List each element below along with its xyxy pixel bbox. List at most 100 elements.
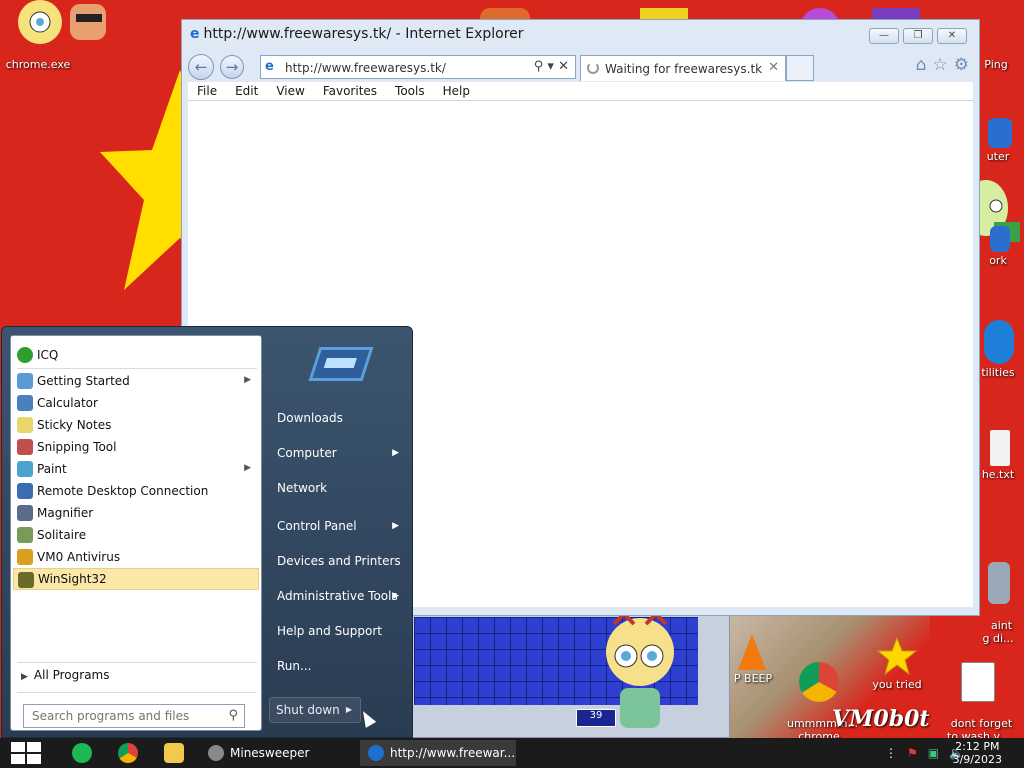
start-menu: ICQ Getting Started ▶ Calculator Sticky N… [1,326,413,738]
start-link-devices-printers[interactable]: Devices and Printers [269,546,409,576]
close-button[interactable]: ✕ [937,28,967,44]
desktop-icon-label: ork [989,254,1007,267]
address-bar[interactable]: e http://www.freewaresys.tk/ ⚲ ▾ ✕ [260,55,576,79]
close-tab-icon[interactable]: ✕ [768,60,779,75]
start-link-network[interactable]: Network [269,473,409,503]
start-link-run[interactable]: Run... [269,651,409,681]
all-programs-link[interactable]: ▶ All Programs [21,668,110,682]
chrome-taskbar-icon[interactable] [118,743,138,763]
desktop-icon-beep[interactable]: P BEEP [728,634,778,685]
program-label: Getting Started [37,374,130,388]
submenu-arrow-icon: ▶ [244,463,251,473]
search-icon[interactable]: ⚲ [534,59,544,74]
stop-icon[interactable]: ✕ [558,59,569,74]
user-picture-icon [308,347,374,381]
start-link-downloads[interactable]: Downloads [269,403,409,433]
magnifier-icon [17,505,33,521]
task-internet-explorer[interactable]: http://www.freewar... [360,740,516,766]
overflow-icon[interactable]: ⋮ [885,746,897,760]
favorites-star-icon[interactable]: ☆ [933,55,948,75]
all-programs-label: All Programs [33,668,110,682]
forward-button[interactable]: → [220,55,244,79]
shutdown-button[interactable]: Shut down ▶ [269,697,361,723]
start-link-control-panel[interactable]: Control Panel ▶ [269,511,409,541]
menu-favorites[interactable]: Favorites [314,82,386,102]
address-text[interactable]: http://www.freewaresys.tk/ [285,61,446,75]
program-label: Magnifier [37,506,94,520]
link-label: Control Panel [277,519,357,533]
program-icq[interactable]: ICQ [13,344,259,366]
submenu-arrow-icon: ▶ [392,521,399,531]
desktop-icon-dont-forget[interactable]: dont forget to wash y... [936,636,1020,743]
remote-desktop-icon [17,483,33,499]
menu-view[interactable]: View [267,82,313,102]
window-title: e http://www.freewaresys.tk/ - Internet E… [190,26,524,42]
program-label: VM0 Antivirus [37,550,121,564]
link-label: Help and Support [277,624,382,638]
minesweeper-icon [208,745,224,761]
program-snipping-tool[interactable]: Snipping Tool [13,436,259,458]
desktop-icon-label: Ping [984,58,1008,71]
program-remote-desktop[interactable]: Remote Desktop Connection [13,480,259,502]
desktop-icon-label: P BEEP [733,672,773,685]
windows-logo-icon [11,742,25,752]
getting-started-icon [17,373,33,389]
menu-bar: File Edit View Favorites Tools Help [188,82,973,102]
windows-logo-icon [27,754,41,764]
loading-spinner-icon [587,62,599,74]
divider [17,692,257,693]
start-search-box[interactable]: ⚲ [23,704,245,728]
program-getting-started[interactable]: Getting Started ▶ [13,370,259,392]
new-tab-button[interactable] [786,55,814,81]
program-paint[interactable]: Paint ▶ [13,458,259,480]
vlc-cone-icon [738,634,766,670]
solitaire-icon [17,527,33,543]
program-vm0-antivirus[interactable]: VM0 Antivirus [13,546,259,568]
shutdown-options-arrow-icon[interactable]: ▶ [346,705,352,714]
cartoon-character-image [606,612,674,728]
start-link-computer[interactable]: Computer ▶ [269,438,409,468]
gear-icon[interactable]: ⚙ [954,55,969,75]
gold-star-icon [877,636,917,676]
program-solitaire[interactable]: Solitaire [13,524,259,546]
restore-button[interactable]: ❐ [903,28,933,44]
home-icon[interactable]: ⌂ [916,55,927,75]
clock[interactable]: 2:12 PM 3/9/2023 [953,740,1002,766]
file-explorer-icon[interactable] [164,743,184,763]
menu-edit[interactable]: Edit [226,82,267,102]
computer-icon [988,118,1012,148]
link-label: Administrative Tools [277,589,398,603]
dropdown-icon[interactable]: ▾ [547,59,554,74]
menu-file[interactable]: File [188,82,226,102]
program-sticky-notes[interactable]: Sticky Notes [13,414,259,436]
program-label: Snipping Tool [37,440,117,454]
program-winsight32[interactable]: WinSight32 [13,568,259,590]
shutdown-label: Shut down [276,703,340,717]
watermark-text: VM0b0t [832,706,930,732]
program-calculator[interactable]: Calculator [13,392,259,414]
search-input[interactable] [24,705,214,727]
search-icon[interactable]: ⚲ [228,708,238,723]
program-label: Calculator [37,396,98,410]
menu-help[interactable]: Help [434,82,479,102]
program-magnifier[interactable]: Magnifier [13,502,259,524]
menu-tools[interactable]: Tools [386,82,434,102]
task-minesweeper[interactable]: Minesweeper [200,740,354,766]
program-label: WinSight32 [38,572,107,586]
clock-date: 3/9/2023 [952,753,1002,766]
minimize-button[interactable]: — [869,28,899,44]
start-button[interactable] [8,742,44,766]
link-label: Network [277,481,328,495]
window-title-text: http://www.freewaresys.tk/ - Internet Ex… [203,26,524,42]
start-link-help-support[interactable]: Help and Support [269,616,409,646]
desktop-icon-chrome-exe[interactable]: chrome.exe [0,58,78,71]
network-icon[interactable]: ▣ [928,746,939,760]
action-center-flag-icon[interactable]: ⚑ [907,746,918,760]
spotify-icon[interactable] [72,743,92,763]
back-button[interactable]: ← [188,54,214,80]
start-link-admin-tools[interactable]: Administrative Tools ▶ [269,581,409,611]
desktop-icon-you-tried[interactable]: you tried [856,636,938,691]
network-icon [990,226,1010,252]
browser-tab[interactable]: Waiting for freewaresys.tk ✕ [580,55,786,81]
program-label: Solitaire [37,528,87,542]
